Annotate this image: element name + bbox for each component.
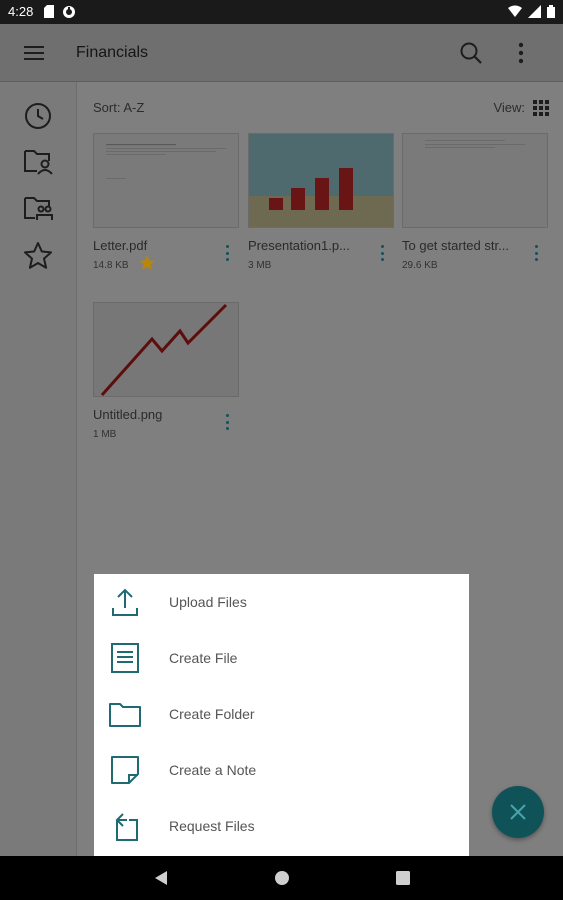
sheet-item-label: Create File [169,650,238,666]
search-icon[interactable] [458,40,484,66]
side-navigation-rail [0,82,77,856]
close-fab-button[interactable] [492,786,544,838]
bar-chart-thumbnail [248,133,394,228]
request-files-item[interactable]: Request Files [94,798,469,854]
file-card-untitled[interactable]: Untitled.png 1 MB [93,302,239,444]
file-name: Letter.pdf [93,238,148,253]
file-size: 29.6 KB [402,260,438,271]
file-more-options-icon[interactable] [376,243,388,263]
status-time: 4:28 [8,4,34,19]
system-navigation-bar [0,856,563,900]
recent-clock-icon[interactable] [21,99,55,133]
sync-icon [63,6,75,18]
page-title: Financials [76,44,149,61]
file-name: Presentation1.p... [248,238,350,253]
upload-files-item[interactable]: Upload Files [94,574,469,630]
file-card-get-started[interactable]: To get started str... 29.6 KB [402,133,548,275]
hamburger-menu-icon[interactable] [22,42,46,64]
favorite-star-icon [139,255,155,276]
text-document-thumbnail [402,133,548,228]
file-name: Untitled.png [93,407,163,422]
view-label: View: [493,100,525,115]
sd-card-icon [44,5,54,18]
create-file-icon [109,642,141,674]
battery-icon [547,5,555,18]
status-bar: 4:28 [0,0,563,24]
create-note-item[interactable]: Create a Note [94,742,469,798]
app-bar: Financials [0,24,563,82]
file-name: To get started str... [402,238,509,253]
folder-icon [109,698,141,730]
more-vert-icon[interactable] [512,40,530,66]
sheet-item-label: Upload Files [169,594,247,610]
grid-view-icon[interactable] [533,100,549,116]
create-folder-item[interactable]: Create Folder [94,686,469,742]
line-chart-thumbnail [93,302,239,397]
upload-icon [109,586,141,618]
back-icon[interactable] [151,868,171,888]
file-size: 3 MB [248,260,272,271]
file-more-options-icon[interactable] [221,243,233,263]
request-files-icon [109,810,141,842]
sheet-item-label: Create a Note [169,762,257,778]
signal-icon [528,5,541,18]
sort-button[interactable]: Sort: A-Z [93,100,144,115]
file-size: 1 MB [93,429,117,440]
create-menu-sheet: Upload Files Create File Create Folder C… [94,574,469,856]
home-icon[interactable] [272,868,292,888]
file-more-options-icon[interactable] [530,243,542,263]
shared-folder-icon[interactable] [21,191,55,225]
sheet-item-label: Create Folder [169,706,255,722]
document-thumbnail [93,133,239,228]
shared-with-me-folder-icon[interactable] [21,144,55,178]
close-icon [510,804,526,820]
wifi-icon [508,5,522,17]
sheet-item-label: Request Files [169,818,255,834]
favorites-star-icon[interactable] [21,239,55,273]
create-file-item[interactable]: Create File [94,630,469,686]
recents-icon[interactable] [393,868,413,888]
file-card-presentation[interactable]: Presentation1.p... 3 MB [248,133,394,275]
file-size: 14.8 KB [93,260,129,271]
file-more-options-icon[interactable] [221,412,233,432]
note-icon [109,754,141,786]
file-card-letter[interactable]: Letter.pdf 14.8 KB [93,133,239,275]
